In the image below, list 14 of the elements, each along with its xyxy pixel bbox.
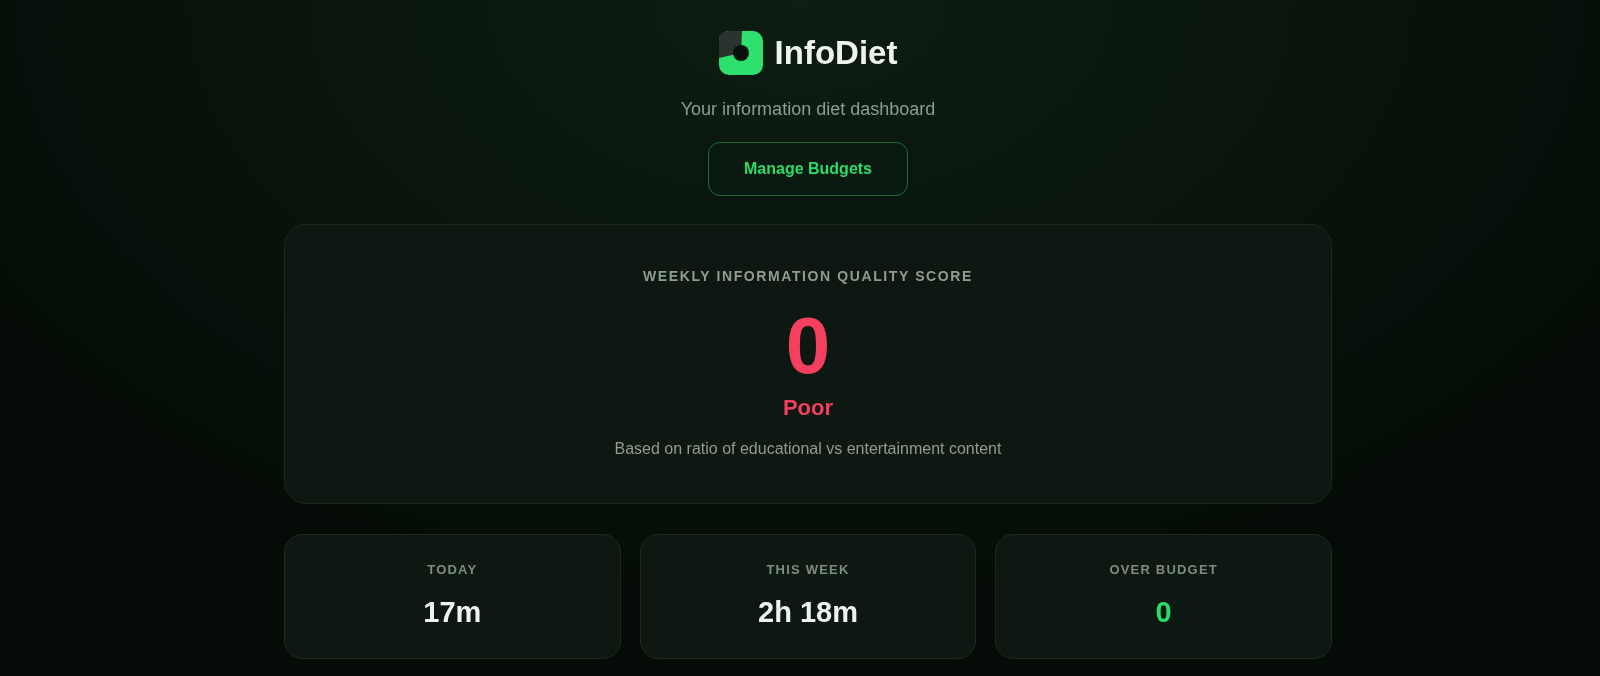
- app-title: InfoDiet: [774, 33, 898, 73]
- stat-label: THIS WEEK: [766, 562, 850, 578]
- score-value: 0: [785, 306, 831, 386]
- stat-value: 17m: [423, 595, 482, 629]
- score-title: WEEKLY INFORMATION QUALITY SCORE: [643, 267, 973, 285]
- stat-value: 2h 18m: [758, 595, 858, 629]
- manage-budgets-button[interactable]: Manage Budgets: [708, 142, 908, 196]
- stat-label: TODAY: [427, 562, 478, 578]
- score-rating: Poor: [782, 395, 834, 421]
- score-description: Based on ratio of educational vs entertainment content: [614, 439, 1002, 459]
- stat-label: OVER BUDGET: [1109, 562, 1218, 578]
- logo-icon: [718, 31, 763, 75]
- subtitle: Your information diet dashboard: [680, 98, 936, 120]
- stat-value: 0: [1155, 595, 1172, 629]
